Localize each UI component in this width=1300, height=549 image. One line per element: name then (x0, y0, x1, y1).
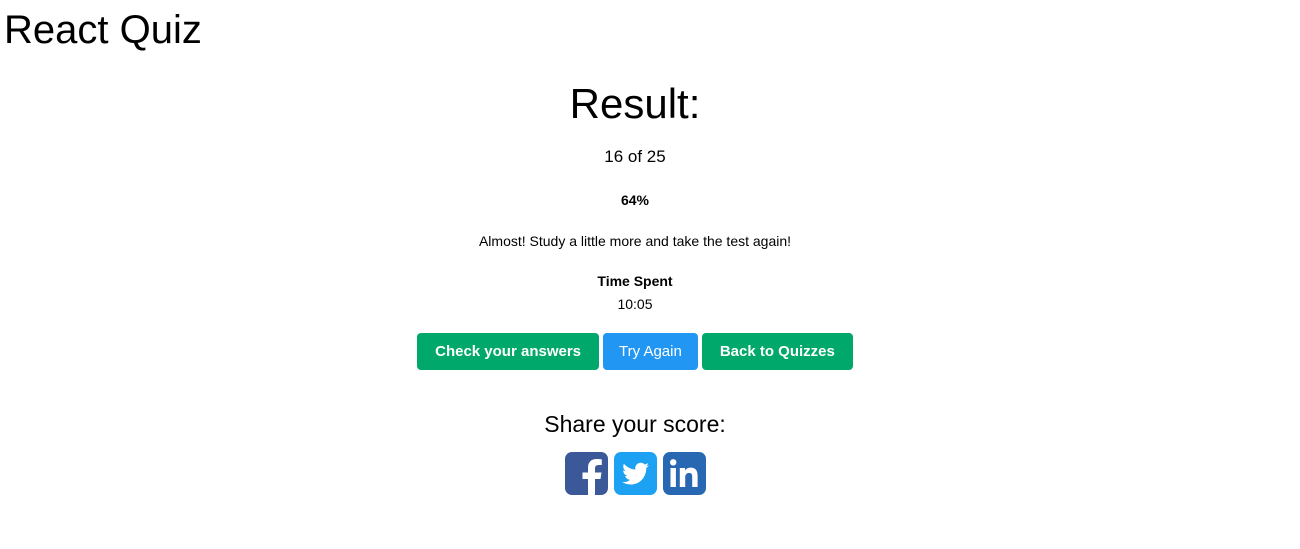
twitter-share-button[interactable] (613, 452, 657, 495)
linkedin-icon (662, 452, 706, 495)
linkedin-share-button[interactable] (662, 452, 706, 495)
back-to-quizzes-button[interactable]: Back to Quizzes (701, 333, 853, 370)
try-again-button[interactable]: Try Again (603, 333, 698, 370)
result-heading: Result: (569, 80, 701, 127)
facebook-icon (564, 452, 608, 495)
time-spent-value: 10:05 (617, 296, 653, 312)
share-buttons (0, 452, 1270, 495)
result-actions: Check your answers Try Again Back to Qui… (0, 333, 1270, 370)
score-text: 16 of 25 (604, 147, 666, 166)
app-title: React Quiz (4, 8, 202, 52)
facebook-share-button[interactable] (564, 452, 608, 495)
share-heading: Share your score: (544, 411, 726, 437)
time-spent-label: Time Spent (597, 273, 673, 289)
result-message: Almost! Study a little more and take the… (478, 233, 792, 249)
twitter-icon (613, 452, 657, 495)
score-percent: 64% (620, 192, 650, 208)
check-answers-button[interactable]: Check your answers (417, 333, 600, 370)
